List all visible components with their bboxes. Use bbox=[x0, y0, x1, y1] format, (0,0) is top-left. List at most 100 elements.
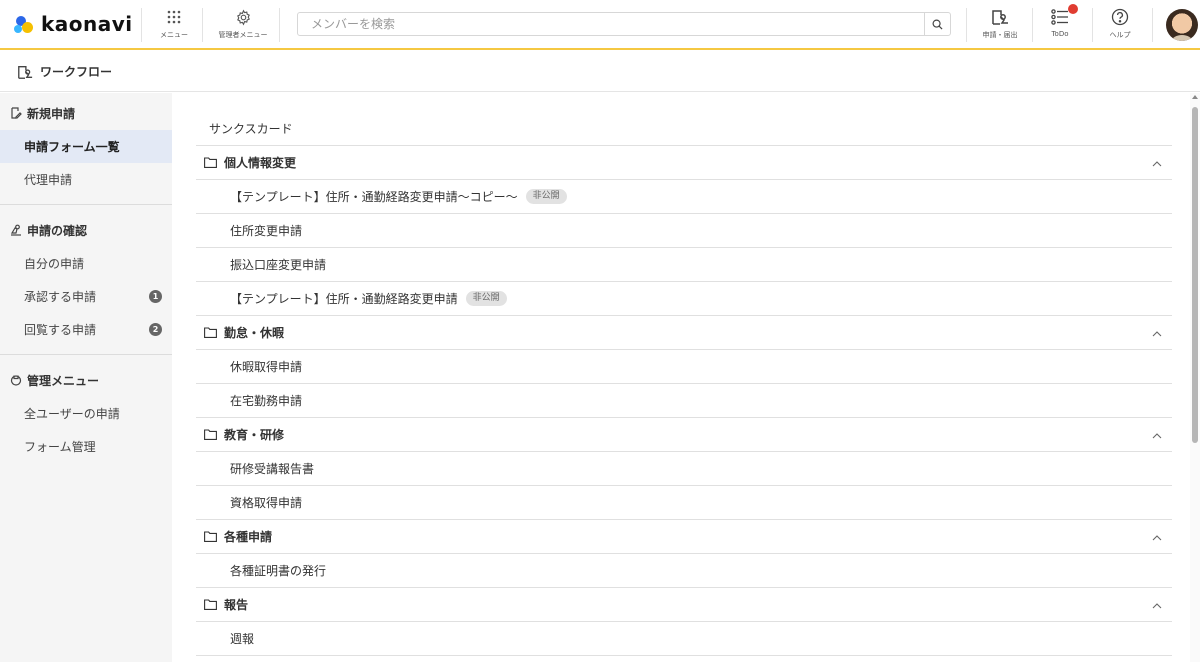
folder-icon bbox=[204, 599, 218, 610]
menu-label: メニュー bbox=[160, 31, 188, 39]
form-item-label: サンクスカード bbox=[209, 121, 293, 136]
sidebar: 新規申請 申請フォーム一覧 代理申請 申請の確認 自分の申請 承認する申請 1 … bbox=[0, 93, 172, 662]
sidebar-item-form-management[interactable]: フォーム管理 bbox=[0, 430, 172, 463]
apply-button[interactable]: 申請・届出 bbox=[972, 6, 1028, 46]
form-item[interactable]: 【テンプレート】住所・通勤経路変更申請〜コピー〜 非公開 bbox=[196, 180, 1172, 214]
group-header-personal-info[interactable]: 個人情報変更 bbox=[196, 146, 1172, 180]
count-badge: 1 bbox=[149, 290, 162, 303]
form-item-label: 【テンプレート】住所・通勤経路変更申請 bbox=[230, 292, 458, 306]
group-title: 各種申請 bbox=[224, 530, 273, 544]
form-item[interactable]: 研修受講報告書 bbox=[196, 452, 1172, 486]
group-header-various-requests[interactable]: 各種申請 bbox=[196, 520, 1172, 554]
form-item[interactable]: 資格取得申請 bbox=[196, 486, 1172, 520]
scroll-up-arrow-icon[interactable] bbox=[1192, 95, 1198, 99]
sidebar-item-label: 申請フォーム一覧 bbox=[24, 140, 120, 154]
logo-mark-icon bbox=[14, 13, 36, 35]
header-divider bbox=[141, 8, 142, 42]
form-item-label: 【テンプレート】住所・通勤経路変更申請〜コピー〜 bbox=[230, 190, 518, 204]
chevron-up-icon[interactable] bbox=[1152, 530, 1162, 544]
form-item-label: 振込口座変更申請 bbox=[230, 258, 327, 272]
admin-gear-icon bbox=[10, 374, 23, 386]
folder-icon bbox=[204, 327, 218, 338]
scrollbar-thumb[interactable] bbox=[1192, 107, 1198, 443]
sidebar-divider bbox=[0, 204, 172, 205]
form-item-label: 週報 bbox=[230, 632, 255, 646]
workflow-subheader: ワークフロー bbox=[0, 52, 1200, 92]
sidebar-item-label: 代理申請 bbox=[24, 173, 73, 187]
header-divider bbox=[1152, 8, 1153, 42]
form-item-label: 休暇取得申請 bbox=[230, 360, 303, 374]
workflow-icon bbox=[18, 65, 33, 79]
user-avatar[interactable] bbox=[1166, 9, 1198, 41]
sidebar-divider bbox=[0, 354, 172, 355]
group-header-attendance-leave[interactable]: 勤怠・休暇 bbox=[196, 316, 1172, 350]
form-item[interactable]: 休暇取得申請 bbox=[196, 350, 1172, 384]
sidebar-item-label: 自分の申請 bbox=[24, 257, 85, 271]
member-search-input[interactable] bbox=[298, 13, 924, 35]
form-item-thanks-card[interactable]: サンクスカード bbox=[196, 111, 1172, 146]
stamp-icon bbox=[10, 224, 23, 236]
chevron-up-icon[interactable] bbox=[1152, 428, 1162, 442]
help-label: ヘルプ bbox=[1109, 31, 1131, 39]
apply-label: 申請・届出 bbox=[982, 31, 1018, 39]
form-item-label: 資格取得申請 bbox=[230, 496, 303, 510]
vertical-scrollbar[interactable] bbox=[1190, 93, 1200, 662]
form-item[interactable]: 住所変更申請 bbox=[196, 214, 1172, 248]
group-title: 報告 bbox=[224, 598, 249, 612]
header-divider bbox=[202, 8, 203, 42]
group-title: 個人情報変更 bbox=[224, 156, 297, 170]
grid-menu-icon bbox=[167, 6, 181, 28]
form-item-label: 研修受講報告書 bbox=[230, 462, 315, 476]
sidebar-item-proxy-request[interactable]: 代理申請 bbox=[0, 163, 172, 196]
group-title: 教育・研修 bbox=[224, 428, 285, 442]
count-badge: 2 bbox=[149, 323, 162, 336]
folder-icon bbox=[204, 157, 218, 168]
form-item-label: 各種証明書の発行 bbox=[230, 564, 327, 578]
todo-label: ToDo bbox=[1051, 30, 1069, 38]
gear-icon bbox=[235, 6, 252, 28]
folder-icon bbox=[204, 531, 218, 542]
document-stamp-icon bbox=[990, 6, 1010, 28]
search-button[interactable] bbox=[924, 13, 950, 35]
chevron-up-icon[interactable] bbox=[1152, 326, 1162, 340]
group-header-education-training[interactable]: 教育・研修 bbox=[196, 418, 1172, 452]
help-button[interactable]: ヘルプ bbox=[1092, 6, 1148, 46]
form-item[interactable]: 【テンプレート】住所・通勤経路変更申請 非公開 bbox=[196, 282, 1172, 316]
form-item[interactable]: 週報 bbox=[196, 622, 1172, 656]
page-title: ワークフロー bbox=[40, 65, 113, 79]
group-title: 勤怠・休暇 bbox=[224, 326, 285, 340]
todo-button[interactable]: ToDo bbox=[1032, 4, 1088, 46]
form-item[interactable]: 各種証明書の発行 bbox=[196, 554, 1172, 588]
kaonavi-logo[interactable]: kaonavi bbox=[14, 12, 133, 36]
sidebar-item-label: 回覧する申請 bbox=[24, 323, 97, 337]
group-header-report[interactable]: 報告 bbox=[196, 588, 1172, 622]
sidebar-item-form-list[interactable]: 申請フォーム一覧 bbox=[0, 130, 172, 163]
top-header: kaonavi メニュー 管理者メニュー 申 bbox=[0, 0, 1200, 50]
edit-form-icon bbox=[10, 107, 23, 119]
chevron-up-icon[interactable] bbox=[1152, 156, 1162, 170]
sidebar-item-label: 承認する申請 bbox=[24, 290, 97, 304]
main-content: サンクスカード 個人情報変更 【テンプレート】住所・通勤経路変更申請〜コピー〜 … bbox=[172, 93, 1190, 662]
form-item[interactable]: 振込口座変更申請 bbox=[196, 248, 1172, 282]
menu-button[interactable]: メニュー bbox=[146, 6, 202, 46]
private-tag: 非公開 bbox=[465, 291, 507, 306]
chevron-up-icon[interactable] bbox=[1152, 598, 1162, 612]
sidebar-section-title: 管理メニュー bbox=[27, 373, 100, 388]
sidebar-item-label: フォーム管理 bbox=[24, 440, 96, 454]
todo-list-icon bbox=[1051, 6, 1069, 28]
header-divider bbox=[966, 8, 967, 42]
sidebar-item-label: 全ユーザーの申請 bbox=[24, 407, 120, 421]
sidebar-item-circulate-requests[interactable]: 回覧する申請 2 bbox=[0, 313, 172, 346]
sidebar-section-request-check: 申請の確認 bbox=[0, 213, 172, 247]
form-item[interactable]: 在宅勤務申請 bbox=[196, 384, 1172, 418]
form-item-label: 住所変更申請 bbox=[230, 224, 303, 238]
admin-menu-button[interactable]: 管理者メニュー bbox=[212, 6, 274, 46]
sidebar-item-my-requests[interactable]: 自分の申請 bbox=[0, 247, 172, 280]
sidebar-item-approve-requests[interactable]: 承認する申請 1 bbox=[0, 280, 172, 313]
sidebar-item-all-user-requests[interactable]: 全ユーザーの申請 bbox=[0, 397, 172, 430]
member-search bbox=[297, 12, 951, 36]
logo-text: kaonavi bbox=[41, 12, 133, 36]
folder-icon bbox=[204, 429, 218, 440]
form-list: サンクスカード 個人情報変更 【テンプレート】住所・通勤経路変更申請〜コピー〜 … bbox=[196, 111, 1172, 656]
notification-dot bbox=[1068, 4, 1078, 14]
